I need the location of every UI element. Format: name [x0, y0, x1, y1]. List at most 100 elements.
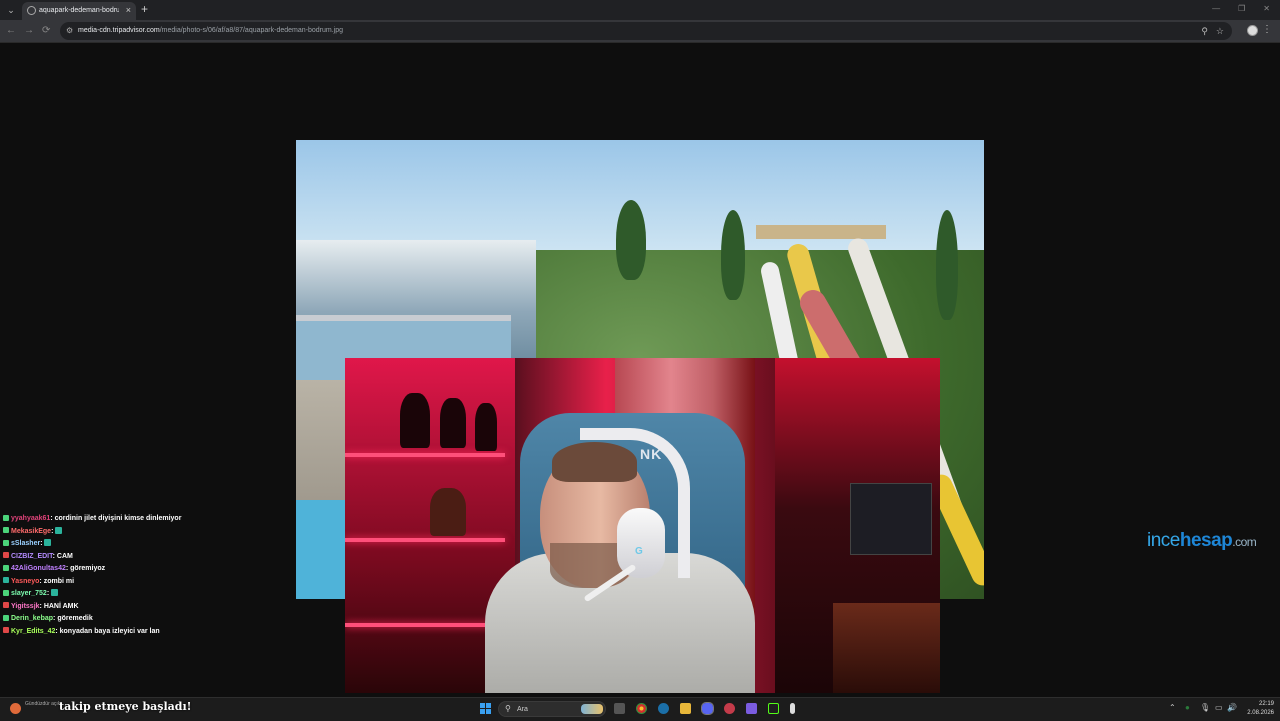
cam-figure — [475, 403, 497, 451]
chat-badge-icon — [3, 552, 9, 558]
chat-badge-icon — [3, 614, 9, 621]
chat-badge-icon — [3, 564, 9, 571]
chat-text: CAM — [56, 552, 73, 560]
back-button[interactable]: ← — [6, 24, 16, 38]
chat-text: cordinin jilet diyişini kimse dinlemiyor — [54, 515, 182, 522]
taskbar: Gündüzdür açık takip etmeye başladı! ⚲ A… — [0, 697, 1280, 721]
chat-badge-icon — [3, 527, 9, 533]
chat-badge-icon — [3, 589, 9, 596]
tab-strip: ⌄ aquapark-dedeman-bodrum.jpg × + — ❐ ✕ — [0, 0, 1280, 20]
app-icon-terminal[interactable] — [768, 703, 779, 714]
url-text[interactable]: media-cdn.tripadvisor.com/media/photo-s/… — [78, 26, 343, 36]
chat-username[interactable]: 42AliGonultas42 — [11, 565, 66, 572]
tray-overflow-icon[interactable]: ⌃ — [1169, 702, 1176, 714]
chat-username[interactable]: Derin_kebap — [11, 615, 53, 622]
bookmark-star-icon[interactable]: ☆ — [1216, 25, 1224, 37]
search-highlight-image — [581, 704, 603, 714]
chat-username[interactable]: CIZBIZ_EDIT — [11, 553, 53, 560]
cam-figure — [430, 488, 466, 536]
image-tree — [936, 210, 958, 320]
address-bar[interactable]: ⚙ media-cdn.tripadvisor.com/media/photo-… — [60, 22, 1232, 40]
tray-app-icon[interactable]: ● — [1185, 702, 1190, 714]
chat-badge-icon — [3, 627, 9, 633]
tab-title: aquapark-dedeman-bodrum.jpg — [39, 7, 119, 14]
network-icon[interactable]: ▭ — [1215, 702, 1223, 714]
browser-toolbar: ← → ⟳ ⚙ media-cdn.tripadvisor.com/media/… — [0, 20, 1280, 43]
chat-text: göremedik — [57, 615, 93, 622]
url-host: media-cdn.tripadvisor.com — [78, 27, 160, 34]
notification-avatar — [10, 703, 21, 714]
new-tab-button[interactable]: + — [141, 2, 148, 16]
app-icon-red[interactable] — [724, 703, 735, 714]
browser-menu-icon[interactable]: ⋮ — [1262, 24, 1272, 35]
steam-icon[interactable] — [658, 703, 669, 714]
url-path: /media/photo-s/06/af/a8/87/aquapark-dede… — [159, 27, 343, 34]
microphone-icon[interactable]: 🎙 — [1200, 702, 1210, 714]
search-icon: ⚲ — [505, 704, 511, 713]
app-icon-mic[interactable] — [790, 703, 795, 714]
cam-figure — [440, 398, 466, 448]
chat-text: HANİ AMK — [43, 602, 79, 610]
watermark-part3: .com — [1232, 535, 1257, 549]
tab-close-button[interactable]: × — [126, 5, 131, 15]
cam-shelf — [345, 538, 505, 542]
tab-search-icon[interactable]: ⌄ — [4, 3, 18, 17]
watermark-logo: incehesap.com — [1147, 530, 1257, 552]
browser-tab[interactable]: aquapark-dedeman-bodrum.jpg × — [22, 2, 136, 20]
cam-diorama — [833, 603, 940, 693]
volume-icon[interactable]: 🔊 — [1227, 702, 1237, 714]
chat-username[interactable]: yyahyaak61 — [11, 515, 50, 522]
chat-message: Yasneyo: zombi mi — [3, 576, 293, 589]
chrome-icon[interactable] — [636, 703, 647, 714]
headset-earcup — [617, 508, 665, 578]
chat-username[interactable]: Yasneyo — [11, 578, 39, 585]
chat-message: sSlasher: — [3, 538, 293, 551]
chat-message: Kyr_Edits_42: konyadan baya izleyici var… — [3, 626, 293, 639]
headset-logo: G — [635, 546, 643, 557]
app-icon-grid[interactable] — [746, 703, 757, 714]
chat-username[interactable]: sSlasher — [11, 540, 40, 547]
clock-date: 2.08.2026 — [1247, 710, 1274, 716]
chat-text: zombi mi — [43, 577, 75, 585]
window-controls: — ❐ ✕ — [1212, 4, 1270, 13]
chat-username[interactable]: Kyr_Edits_42 — [11, 628, 55, 635]
minimize-button[interactable]: — — [1212, 4, 1220, 13]
cam-shelf — [345, 623, 505, 627]
discord-icon[interactable] — [701, 702, 714, 715]
chat-emote-icon — [51, 589, 59, 596]
chat-badge-icon — [3, 539, 9, 546]
image-tree — [721, 210, 745, 300]
chat-username[interactable]: Yigitssjk — [11, 603, 40, 610]
chat-message: 42AliGonultas42: göremiyoz — [3, 563, 293, 576]
chat-message: yyahyaak61: cordinin jilet diyişini kims… — [3, 513, 293, 526]
chat-message: Derin_kebap: göremedik — [3, 613, 293, 626]
site-info-icon[interactable]: ⚙ — [66, 26, 73, 36]
zoom-icon[interactable]: ⚲ — [1201, 25, 1208, 37]
search-label: Ara — [517, 706, 528, 713]
follow-alert-text: takip etmeye başladı! — [59, 700, 192, 713]
watermark-part2: hesap — [1179, 530, 1233, 551]
system-clock[interactable]: 22:19 2.08.2026 — [1240, 700, 1274, 718]
chat-username[interactable]: slayer_752 — [11, 590, 47, 597]
cam-poster — [850, 483, 932, 555]
taskbar-search[interactable]: ⚲ Ara — [498, 701, 606, 717]
image-slide-tower — [756, 225, 886, 239]
chat-username[interactable]: MekasikEge — [11, 528, 51, 535]
image-tree — [616, 200, 646, 280]
cam-shelf — [345, 453, 505, 457]
reload-button[interactable]: ⟳ — [42, 24, 50, 38]
chat-message: slayer_752: — [3, 588, 293, 601]
file-explorer-icon[interactable] — [680, 703, 691, 714]
chat-badge-icon — [3, 577, 9, 583]
chat-text: göremiyoz — [70, 565, 106, 572]
chat-badge-icon — [3, 602, 9, 608]
profile-avatar[interactable] — [1247, 25, 1258, 36]
windows-start-icon[interactable] — [480, 703, 492, 715]
forward-button[interactable]: → — [24, 24, 34, 38]
maximize-button[interactable]: ❐ — [1238, 4, 1245, 13]
chat-message: MekasikEge: — [3, 526, 293, 539]
task-view-icon[interactable] — [614, 703, 625, 714]
close-window-button[interactable]: ✕ — [1263, 4, 1270, 13]
cam-figure — [400, 393, 430, 448]
chat-message: CIZBIZ_EDIT: CAM — [3, 551, 293, 564]
